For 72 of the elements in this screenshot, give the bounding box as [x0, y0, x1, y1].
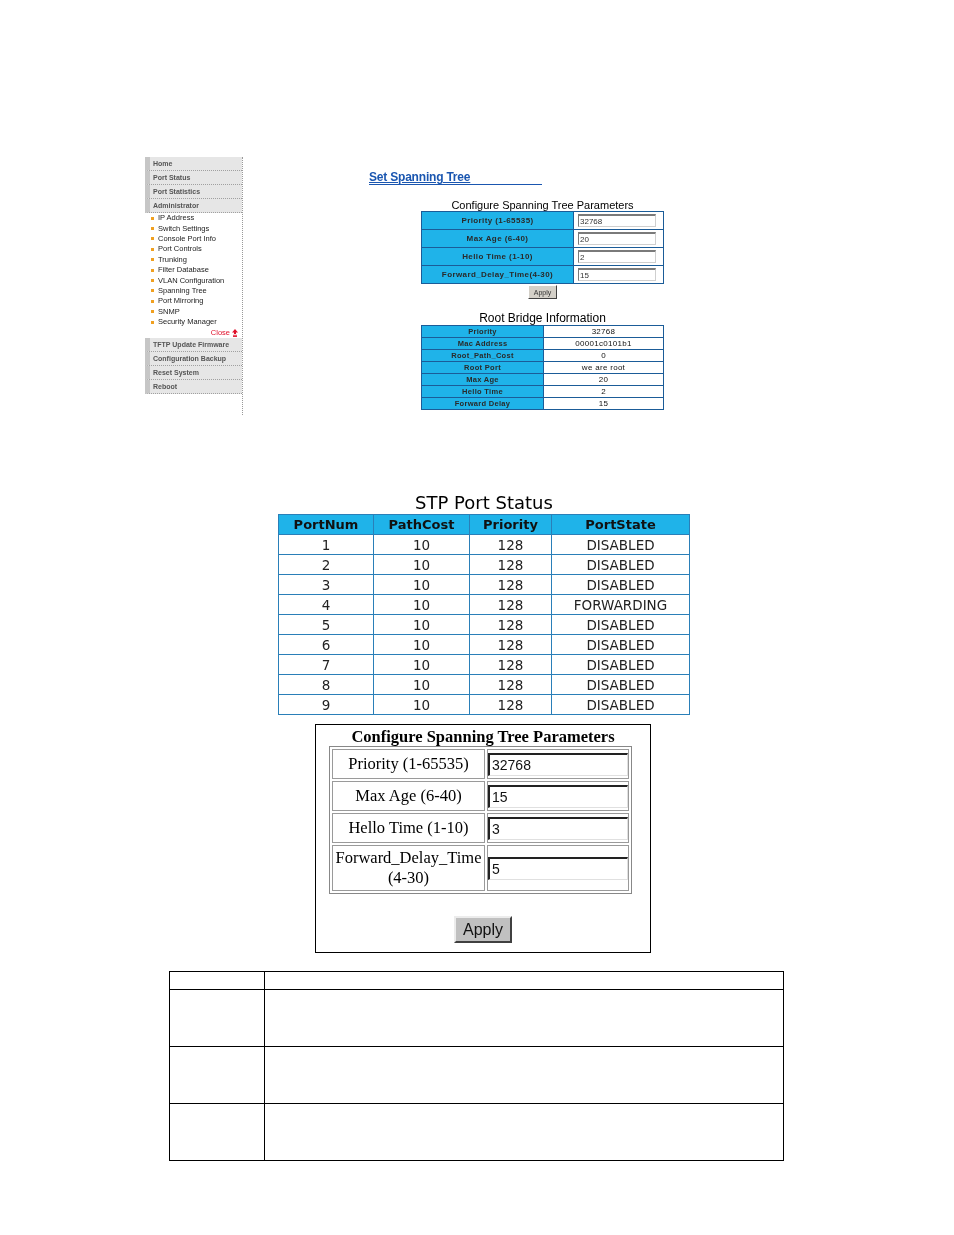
table-cell: 10: [373, 614, 470, 635]
table-cell: 10: [373, 634, 470, 655]
text-field[interactable]: 15: [488, 784, 628, 808]
table-cell: 128: [469, 534, 552, 555]
table-cell: DISABLED: [551, 554, 690, 575]
parameter-label: Max Age (6-40): [332, 781, 485, 811]
bullet-icon: [151, 268, 154, 272]
bullet-icon: [151, 216, 154, 220]
bullet-icon: [151, 310, 154, 314]
column-header: Priority: [469, 514, 552, 535]
table-cell: 8: [278, 674, 374, 695]
bullet-icon: [151, 258, 154, 262]
table-cell: 10: [373, 534, 470, 555]
apply-button[interactable]: Apply: [454, 916, 512, 943]
text-field[interactable]: 15: [578, 268, 656, 281]
table-cell: 3: [278, 574, 374, 595]
table-cell: 10: [373, 574, 470, 595]
dialog-title: Configure Spanning Tree Parameters: [350, 727, 616, 746]
table-cell: FORWARDING: [551, 594, 690, 615]
table-cell: 10: [373, 594, 470, 615]
table-cell: 128: [469, 554, 552, 575]
table-cell: 10: [373, 554, 470, 575]
bullet-icon: [151, 279, 154, 283]
table-cell: DISABLED: [551, 634, 690, 655]
table-cell: DISABLED: [551, 654, 690, 675]
table-cell: 128: [469, 574, 552, 595]
bullet-icon: [151, 227, 154, 231]
table-cell: 9: [278, 694, 374, 715]
table-cell: 128: [469, 634, 552, 655]
table-cell: 7: [278, 654, 374, 675]
text-field[interactable]: 20: [578, 232, 656, 245]
up-arrow-icon: [232, 328, 238, 337]
bullet-icon: [151, 320, 154, 324]
text-field[interactable]: 3: [488, 816, 628, 840]
form-caption: Configure Spanning Tree Parameters: [450, 199, 635, 211]
bullet-icon: [151, 299, 154, 303]
column-header: PathCost: [373, 514, 470, 535]
info-value: 32768: [543, 325, 664, 338]
table-cell: DISABLED: [551, 614, 690, 635]
text-field[interactable]: 32768: [488, 752, 628, 776]
table-cell: 128: [469, 694, 552, 715]
table-title: STP Port Status: [414, 492, 554, 514]
text-field[interactable]: 2: [578, 250, 656, 263]
parameter-label: Hello Time (1-10): [332, 813, 485, 843]
parameter-label: Forward_Delay_Time (4-30): [332, 845, 485, 891]
table-caption: Root Bridge Information: [478, 312, 607, 325]
text-field[interactable]: 5: [488, 856, 628, 880]
table-cell: DISABLED: [551, 574, 690, 595]
table-cell: 128: [469, 594, 552, 615]
parameter-label: Priority (1-65535): [421, 211, 574, 230]
table-cell: 128: [469, 674, 552, 695]
bullet-icon: [151, 237, 154, 241]
table-cell: DISABLED: [551, 674, 690, 695]
bullet-icon: [151, 247, 154, 251]
table-cell: 128: [469, 614, 552, 635]
table-cell: 128: [469, 654, 552, 675]
table-cell: 6: [278, 634, 374, 655]
table-cell: DISABLED: [551, 534, 690, 555]
bullet-icon: [151, 289, 154, 293]
table-cell: DISABLED: [551, 694, 690, 715]
table-cell: 5: [278, 614, 374, 635]
column-header: PortNum: [278, 514, 374, 535]
text-field[interactable]: 32768: [578, 214, 656, 227]
table-cell: 2: [278, 554, 374, 575]
column-header: PortState: [551, 514, 690, 535]
parameter-label: Priority (1-65535): [332, 749, 485, 779]
page-title: Set Spanning Tree: [369, 170, 542, 185]
table-cell: 4: [278, 594, 374, 615]
table-cell: 10: [373, 654, 470, 675]
table-cell: 10: [373, 694, 470, 715]
table-cell: 10: [373, 674, 470, 695]
table-cell: 1: [278, 534, 374, 555]
